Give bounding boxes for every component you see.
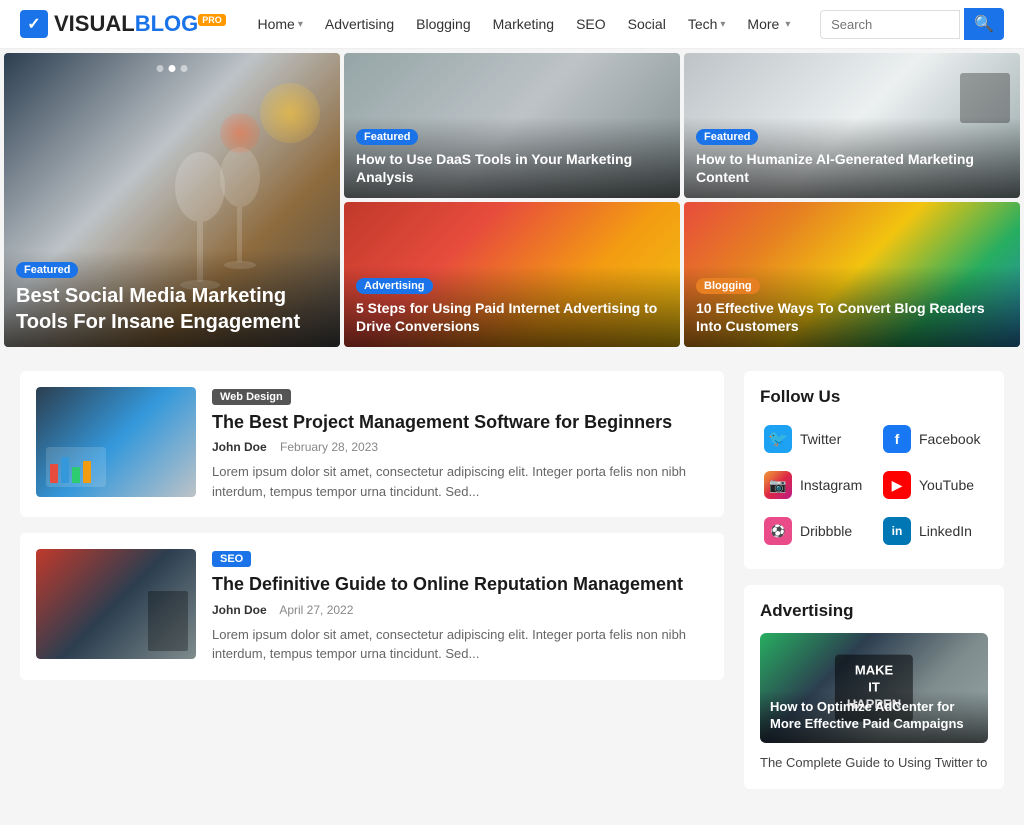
hero-top-center-title: How to Use DaaS Tools in Your Marketing … — [356, 150, 668, 186]
article-info-2: SEO The Definitive Guide to Online Reput… — [212, 549, 708, 663]
linkedin-label: LinkedIn — [919, 523, 972, 539]
sidebar-link[interactable]: The Complete Guide to Using Twitter to — [760, 753, 988, 773]
twitter-icon: 🐦 — [764, 425, 792, 453]
ad-title: How to Optimize AdCenter for More Effect… — [770, 699, 978, 733]
article-title-1[interactable]: The Best Project Management Software for… — [212, 411, 708, 434]
social-twitter[interactable]: 🐦 Twitter — [760, 421, 869, 457]
article-info-1: Web Design The Best Project Management S… — [212, 387, 708, 501]
ad-card[interactable]: MAKEITHAPPEN How to Optimize AdCenter fo… — [760, 633, 988, 743]
instagram-icon: 📷 — [764, 471, 792, 499]
follow-us-title: Follow Us — [760, 387, 988, 407]
hero-top-center-card[interactable]: Featured How to Use DaaS Tools in Your M… — [344, 53, 680, 198]
article-thumb-1 — [36, 387, 196, 497]
search-button[interactable]: 🔍 — [964, 8, 1004, 40]
article-card-2: SEO The Definitive Guide to Online Reput… — [20, 533, 724, 679]
hero-large-overlay: Featured Best Social Media Marketing Too… — [4, 250, 340, 347]
article-tag-1: Web Design — [212, 389, 291, 405]
nav-blogging[interactable]: Blogging — [406, 10, 481, 38]
advertising-title: Advertising — [760, 601, 988, 621]
nav-home[interactable]: Home ▾ — [247, 10, 312, 38]
logo[interactable]: ✓ VISUALBLOGPRO — [20, 10, 226, 38]
social-grid: 🐦 Twitter f Facebook 📷 Instagram ▶ YouTu… — [760, 421, 988, 549]
ad-overlay: How to Optimize AdCenter for More Effect… — [760, 691, 988, 743]
hero-top-right-card[interactable]: Featured How to Humanize AI-Generated Ma… — [684, 53, 1020, 198]
hero-top-right-overlay: Featured How to Humanize AI-Generated Ma… — [684, 117, 1020, 198]
social-instagram[interactable]: 📷 Instagram — [760, 467, 869, 503]
hero-top-right-title: How to Humanize AI-Generated Marketing C… — [696, 150, 1008, 186]
facebook-icon: f — [883, 425, 911, 453]
nav-seo[interactable]: SEO — [566, 10, 616, 38]
article-meta-2: John Doe April 27, 2022 — [212, 603, 708, 617]
hero-bottom-right-tag: Blogging — [696, 278, 760, 294]
article-thumb-2 — [36, 549, 196, 659]
hero-bottom-right-card[interactable]: Blogging 10 Effective Ways To Convert Bl… — [684, 202, 1020, 347]
hero-bottom-center-overlay: Advertising 5 Steps for Using Paid Inter… — [344, 266, 680, 347]
instagram-label: Instagram — [800, 477, 862, 493]
search-input[interactable] — [820, 10, 960, 39]
social-dribbble[interactable]: ⚽ Dribbble — [760, 513, 869, 549]
hero-large-title: Best Social Media Marketing Tools For In… — [16, 283, 328, 335]
social-youtube[interactable]: ▶ YouTube — [879, 467, 988, 503]
header: ✓ VISUALBLOGPRO Home ▾ Advertising Blogg… — [0, 0, 1024, 49]
advertising-section: Advertising MAKEITHAPPEN How to Optimize… — [744, 585, 1004, 789]
hero-bottom-right-title: 10 Effective Ways To Convert Blog Reader… — [696, 299, 1008, 335]
article-title-2[interactable]: The Definitive Guide to Online Reputatio… — [212, 573, 708, 596]
logo-text: VISUALBLOGPRO — [54, 11, 226, 37]
youtube-icon: ▶ — [883, 471, 911, 499]
nav-more[interactable]: More — [737, 10, 789, 38]
social-linkedin[interactable]: in LinkedIn — [879, 513, 988, 549]
facebook-label: Facebook — [919, 431, 980, 447]
sidebar: Follow Us 🐦 Twitter f Facebook 📷 Instagr… — [744, 371, 1004, 805]
dribbble-label: Dribbble — [800, 523, 852, 539]
main-nav: Home ▾ Advertising Blogging Marketing SE… — [246, 10, 800, 38]
youtube-label: YouTube — [919, 477, 974, 493]
content-area: Web Design The Best Project Management S… — [20, 371, 724, 805]
search-bar: 🔍 — [820, 8, 1004, 40]
hero-bottom-center-title: 5 Steps for Using Paid Internet Advertis… — [356, 299, 668, 335]
hero-bottom-center-tag: Advertising — [356, 278, 433, 294]
follow-us-section: Follow Us 🐦 Twitter f Facebook 📷 Instagr… — [744, 371, 1004, 569]
article-excerpt-2: Lorem ipsum dolor sit amet, consectetur … — [212, 625, 708, 664]
article-meta-1: John Doe February 28, 2023 — [212, 440, 708, 454]
dribbble-icon: ⚽ — [764, 517, 792, 545]
hero-top-center-tag: Featured — [356, 129, 418, 145]
article-card-1: Web Design The Best Project Management S… — [20, 371, 724, 517]
linkedin-icon: in — [883, 517, 911, 545]
hero-grid: Featured Best Social Media Marketing Too… — [4, 53, 1020, 347]
main-wrapper: Web Design The Best Project Management S… — [0, 351, 1024, 825]
logo-check-icon: ✓ — [20, 10, 48, 38]
hero-top-right-tag: Featured — [696, 129, 758, 145]
nav-advertising[interactable]: Advertising — [315, 10, 404, 38]
hero-large-tag: Featured — [16, 262, 78, 278]
nav-tech[interactable]: Tech ▾ — [678, 10, 736, 38]
article-tag-2: SEO — [212, 551, 251, 567]
article-excerpt-1: Lorem ipsum dolor sit amet, consectetur … — [212, 462, 708, 501]
twitter-label: Twitter — [800, 431, 841, 447]
social-facebook[interactable]: f Facebook — [879, 421, 988, 457]
nav-social[interactable]: Social — [618, 10, 676, 38]
hero-bottom-right-overlay: Blogging 10 Effective Ways To Convert Bl… — [684, 266, 1020, 347]
hero-bottom-center-card[interactable]: Advertising 5 Steps for Using Paid Inter… — [344, 202, 680, 347]
nav-marketing[interactable]: Marketing — [483, 10, 564, 38]
hero-top-center-overlay: Featured How to Use DaaS Tools in Your M… — [344, 117, 680, 198]
hero-large-card[interactable]: Featured Best Social Media Marketing Too… — [4, 53, 340, 347]
